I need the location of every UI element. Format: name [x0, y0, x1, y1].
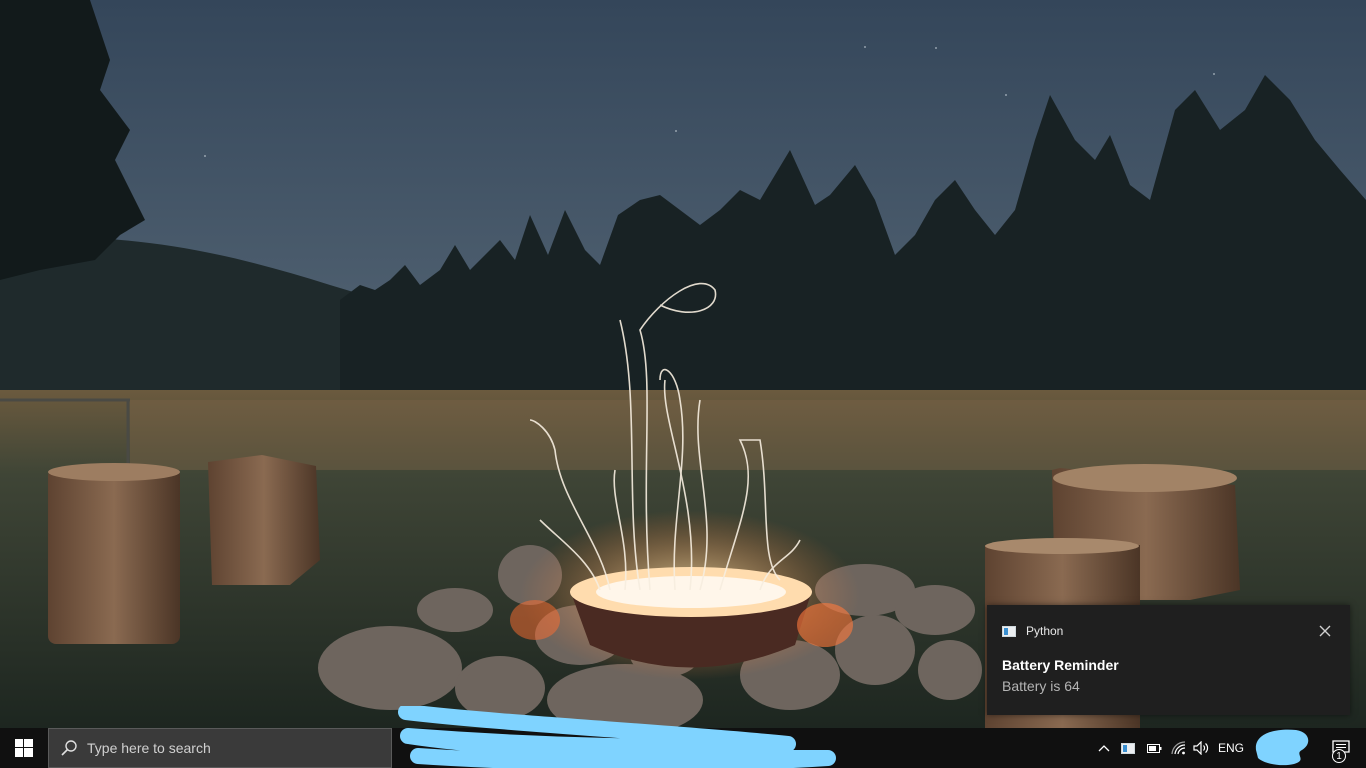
notification-count-badge: 1 [1332, 749, 1346, 763]
wifi-icon [1171, 741, 1186, 755]
chevron-up-icon [1098, 745, 1110, 752]
tray-app-button[interactable] [1117, 728, 1139, 768]
toast-notification[interactable]: Python Battery Reminder Battery is 64 [987, 605, 1350, 715]
show-hidden-icons-button[interactable] [1094, 728, 1114, 768]
redaction-scribble [398, 706, 836, 768]
search-box[interactable] [48, 728, 392, 768]
start-button[interactable] [0, 728, 48, 768]
toast-body: Battery is 64 [1002, 678, 1080, 694]
input-language-button[interactable]: ENG [1214, 728, 1248, 768]
toast-app-row: Python [1002, 624, 1063, 638]
volume-icon [1192, 741, 1208, 755]
search-icon [61, 740, 77, 756]
clock-redaction [1255, 729, 1309, 766]
tray-app-icon [1121, 742, 1135, 754]
toast-title: Battery Reminder [1002, 657, 1119, 673]
toast-app-name: Python [1026, 624, 1064, 638]
windows-logo-icon [15, 739, 33, 757]
search-input[interactable] [87, 740, 367, 756]
network-button[interactable] [1168, 728, 1190, 768]
python-app-icon [1002, 625, 1016, 637]
taskbar: ENG 1 [0, 706, 1366, 768]
close-icon[interactable] [1316, 622, 1334, 640]
battery-icon [1146, 743, 1161, 753]
volume-button[interactable] [1190, 728, 1212, 768]
battery-button[interactable] [1143, 728, 1165, 768]
